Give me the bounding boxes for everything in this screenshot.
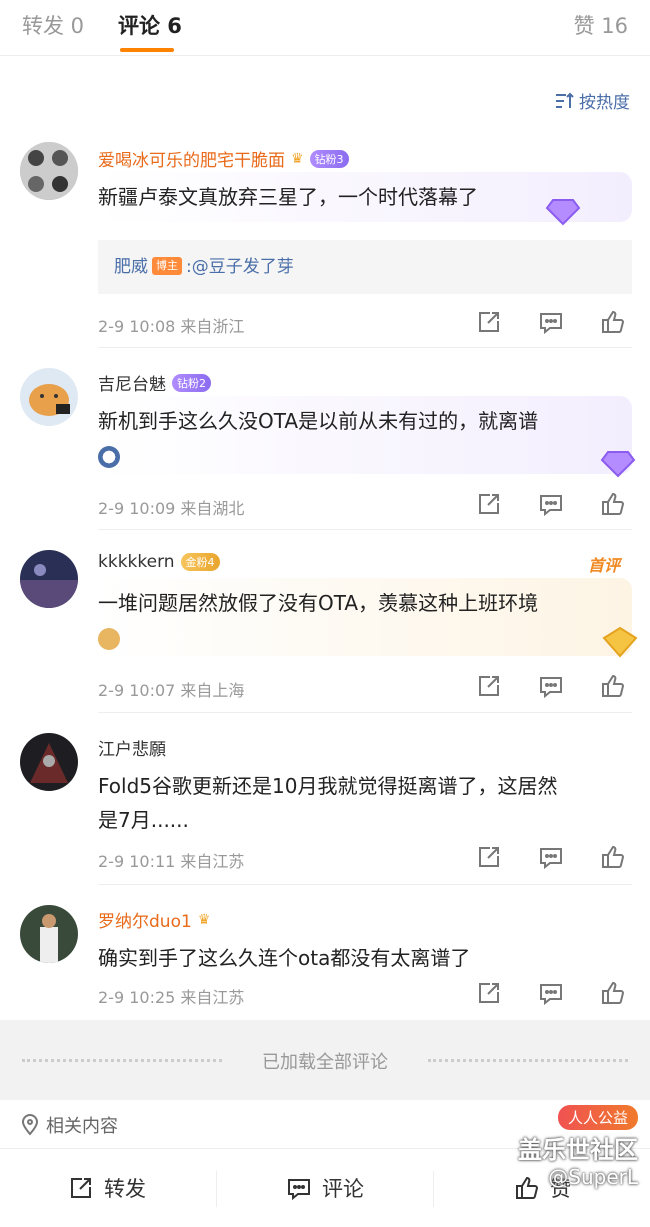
divider [98, 529, 632, 530]
avatar[interactable] [20, 142, 78, 200]
comment-username[interactable]: 江户悲願 [98, 735, 166, 760]
comment-text[interactable]: 新机到手这么久没OTA是以前从未有过的，就离谱 [98, 396, 632, 474]
host-badge: 博主 [152, 257, 182, 275]
reply-text: :@豆子发了芽 [186, 257, 294, 277]
husky-emoji-icon [98, 445, 120, 468]
repost-icon [71, 1178, 91, 1198]
comment-meta: 2-9 10:07 来自上海 [98, 681, 245, 700]
related-content[interactable]: 相关内容 [20, 1112, 118, 1138]
bottom-repost-label: 转发 [104, 1177, 146, 1201]
reply-preview[interactable]: 肥威 博主:@豆子发了芽 [98, 240, 632, 294]
comment-actions [476, 673, 626, 699]
repost-icon[interactable] [476, 491, 502, 517]
tab-comment[interactable]: 评论 6 [118, 10, 182, 40]
comment-actions [476, 309, 626, 335]
location-pin-icon [21, 1114, 39, 1136]
watermark-title: 盖乐世社区 [518, 1136, 638, 1164]
avatar[interactable] [20, 905, 78, 963]
comment-username[interactable]: 爱喝冰可乐的肥宅干脆面 ♛ 钻粉3 [98, 146, 349, 171]
comment-text[interactable]: Fold5谷歌更新还是10月我就觉得挺离谱了，这居然 是7月...... [98, 761, 632, 839]
comment-username[interactable]: 罗纳尔duo1 ♛ [98, 907, 211, 933]
crown-icon: ♛ [291, 150, 304, 167]
like-icon[interactable] [600, 844, 626, 870]
tab-like[interactable]: 赞 16 [574, 10, 628, 40]
bottom-comment-button[interactable]: 评论 [286, 1173, 364, 1203]
comment-username[interactable]: 吉尼台魅 钻粉2 [98, 370, 211, 395]
comment-meta: 2-9 10:25 来自江苏 [98, 988, 245, 1007]
like-icon[interactable] [600, 980, 626, 1006]
tab-repost[interactable]: 转发 0 [22, 10, 84, 40]
divider [98, 712, 632, 713]
bottom-comment-label: 评论 [322, 1177, 364, 1201]
comment-text-line2: 是7月...... [98, 808, 189, 832]
loaded-all-banner: 已加载全部评论 [0, 1020, 650, 1100]
bottom-repost-button[interactable]: 转发 [68, 1173, 146, 1203]
comment-text-content: 新疆卢泰文真放弃三星了，一个时代落幕了 [98, 185, 478, 209]
comment-icon[interactable] [538, 491, 564, 517]
doge-emoji-icon [98, 627, 120, 650]
separator [433, 1171, 434, 1207]
charity-pill: 人人公益 [557, 1105, 638, 1130]
avatar[interactable] [20, 368, 78, 426]
community-watermark: 人人公益 盖乐世社区 @SuperL [518, 1105, 638, 1189]
divider [98, 347, 632, 348]
crown-icon: ♛ [197, 911, 211, 928]
comment-icon[interactable] [538, 673, 564, 699]
diamond-badge-icon [545, 199, 581, 226]
comment-username[interactable]: kkkkkern 金粉4 [98, 552, 220, 572]
sort-button[interactable]: 按热度 [555, 88, 630, 113]
repost-icon[interactable] [476, 309, 502, 335]
comment-text-line1: Fold5谷歌更新还是10月我就觉得挺离谱了，这居然 [98, 774, 558, 798]
avatar[interactable] [20, 733, 78, 791]
comment-actions [476, 844, 626, 870]
comment-text-content: 新机到手这么久没OTA是以前从未有过的，就离谱 [98, 409, 539, 433]
comment-tabs: 转发 0 评论 6 赞 16 [0, 0, 650, 56]
comment-icon[interactable] [538, 844, 564, 870]
fan-badge: 钻粉3 [309, 149, 349, 168]
comment-text[interactable]: 一堆问题居然放假了没有OTA，羡慕这种上班环境 [98, 578, 632, 656]
active-tab-indicator [120, 48, 174, 52]
avatar[interactable] [20, 550, 78, 608]
comment-meta: 2-9 10:09 来自湖北 [98, 499, 245, 518]
repost-icon[interactable] [476, 980, 502, 1006]
username-text: 罗纳尔duo1 [98, 912, 192, 932]
comment-text-content: 确实到手了这么久连个ota都没有太离谱了 [98, 946, 471, 970]
comment-icon [288, 1179, 310, 1201]
username-text: 江户悲願 [98, 740, 166, 760]
username-text: 爱喝冰可乐的肥宅干脆面 [98, 151, 285, 171]
related-label: 相关内容 [46, 1116, 118, 1137]
reply-author[interactable]: 肥威 [114, 257, 148, 277]
diamond-badge-icon [600, 451, 636, 478]
repost-icon[interactable] [476, 844, 502, 870]
comment-text-content: 一堆问题居然放假了没有OTA，羡慕这种上班环境 [98, 591, 539, 615]
watermark-user: @SuperL [548, 1165, 638, 1189]
comment-text[interactable]: 确实到手了这么久连个ota都没有太离谱了 [98, 933, 632, 983]
sort-label: 按热度 [579, 93, 630, 113]
first-comment-tag: 首评 [587, 556, 620, 575]
repost-icon[interactable] [476, 673, 502, 699]
fan-badge: 钻粉2 [172, 373, 211, 392]
separator [216, 1171, 217, 1207]
like-icon[interactable] [600, 491, 626, 517]
like-icon[interactable] [600, 673, 626, 699]
comment-actions [476, 980, 626, 1006]
like-icon[interactable] [600, 309, 626, 335]
comment-icon[interactable] [538, 980, 564, 1006]
sort-icon [556, 92, 574, 108]
gold-badge-icon [602, 626, 638, 658]
dotted-line-right [428, 1059, 628, 1062]
comment-icon[interactable] [538, 309, 564, 335]
fan-badge: 金粉4 [180, 553, 220, 571]
comment-meta: 2-9 10:08 来自浙江 [98, 317, 245, 336]
username-text: 吉尼台魅 [98, 375, 166, 395]
divider [98, 884, 632, 885]
username-text: kkkkkern [98, 552, 175, 572]
comment-actions [476, 491, 626, 517]
comment-meta: 2-9 10:11 来自江苏 [98, 852, 245, 871]
